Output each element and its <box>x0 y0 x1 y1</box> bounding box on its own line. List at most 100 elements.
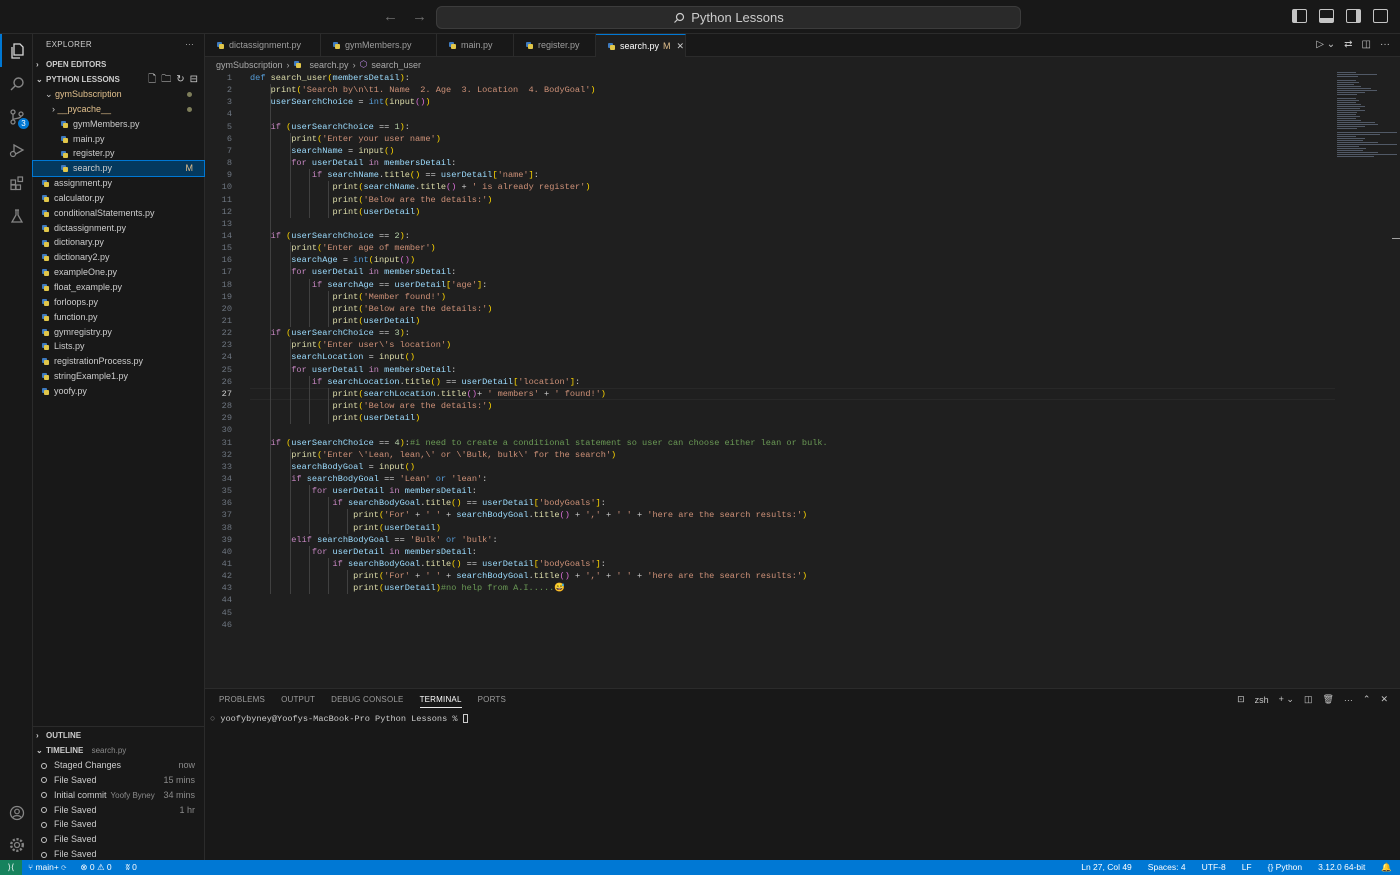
end-of-line[interactable]: LF <box>1242 860 1252 875</box>
panel-tab-ports[interactable]: PORTS <box>478 695 506 708</box>
close-panel-icon[interactable]: ✕ <box>1380 694 1388 705</box>
more-actions-icon[interactable]: ··· <box>1344 695 1353 705</box>
folder-gymsubscription[interactable]: ⌄ gymSubscription <box>33 87 204 102</box>
indentation[interactable]: Spaces: 4 <box>1148 860 1186 875</box>
tree-file[interactable]: search.py M <box>32 160 205 178</box>
split-terminal-icon[interactable]: ◫ <box>1304 694 1313 705</box>
settings-gear-icon[interactable] <box>0 828 33 861</box>
explorer-icon[interactable] <box>0 34 33 67</box>
minimap[interactable] <box>1335 72 1400 157</box>
panel-tab-terminal[interactable]: TERMINAL <box>419 695 462 708</box>
close-tab-icon[interactable]: ✕ <box>677 41 685 51</box>
branch-indicator[interactable]: ⑂ main+ ⟳ <box>28 860 66 875</box>
timeline-item[interactable]: File Saved 15 mins <box>33 773 205 788</box>
compare-changes-icon[interactable]: ⇄ <box>1344 39 1352 50</box>
problems-indicator[interactable]: ⊗ 0 ⚠ 0 <box>80 860 111 875</box>
folder-pycache[interactable]: › __pycache__ <box>33 102 204 117</box>
line-number: 46 <box>221 619 232 630</box>
panel-tab-problems[interactable]: PROBLEMS <box>219 695 265 708</box>
notifications-bell-icon[interactable]: 🔔 <box>1381 860 1392 875</box>
timeline-item[interactable]: File Saved <box>33 832 205 847</box>
commit-circle-icon <box>41 851 47 858</box>
tree-file[interactable]: calculator.py <box>33 191 204 206</box>
minimap-line <box>1337 122 1376 123</box>
tree-file[interactable]: register.py <box>33 146 204 161</box>
editor-actions: ▷ ⌄ ⇄ ◫ ··· <box>1316 39 1390 50</box>
forward-arrow-icon[interactable]: → <box>412 8 427 25</box>
tree-file[interactable]: dictionary.py <box>33 235 204 250</box>
timeline-item[interactable]: File Saved 1 hr <box>33 803 205 818</box>
language-mode[interactable]: {} Python <box>1268 860 1303 875</box>
layout-controls <box>1292 9 1388 23</box>
tree-file[interactable]: dictionary2.py <box>33 250 204 265</box>
panel-tab-output[interactable]: OUTPUT <box>281 695 315 708</box>
search-activity-icon[interactable] <box>0 67 33 100</box>
accounts-icon[interactable] <box>0 796 33 829</box>
source-control-icon[interactable]: 3 <box>0 100 33 133</box>
command-center-search[interactable]: Python Lessons <box>436 6 1021 29</box>
split-editor-icon[interactable]: ◫ <box>1362 39 1371 50</box>
breadcrumb-symbol[interactable]: search_user <box>371 60 421 70</box>
tree-file[interactable]: forloops.py <box>33 295 204 310</box>
customize-layout-icon[interactable] <box>1373 9 1388 23</box>
file-name: dictionary2.py <box>54 252 110 263</box>
open-editors-section[interactable]: › OPEN EDITORS <box>33 57 204 72</box>
editor-tab[interactable]: search.py M ✕ <box>596 34 686 57</box>
tree-file[interactable]: function.py <box>33 310 204 325</box>
code-editor[interactable]: 1 def search_user(membersDetail): 2 print(… <box>205 72 1400 687</box>
more-actions-icon[interactable]: ··· <box>1380 39 1390 50</box>
back-arrow-icon[interactable]: ← <box>383 8 398 25</box>
breadcrumb-file[interactable]: search.py <box>310 60 349 70</box>
breadcrumb-folder[interactable]: gymSubscription <box>216 60 283 70</box>
toggle-panel-icon[interactable] <box>1319 9 1334 23</box>
new-file-icon[interactable]: 🗋 <box>148 72 156 87</box>
code-line: for userDetail in membersDetail: <box>291 267 457 278</box>
tree-file[interactable]: main.py <box>33 132 204 147</box>
toggle-primary-sidebar-icon[interactable] <box>1292 9 1307 23</box>
extensions-icon[interactable] <box>0 166 33 199</box>
tree-file[interactable]: float_example.py <box>33 280 204 295</box>
run-python-file-icon[interactable]: ▷ ⌄ <box>1316 39 1335 50</box>
ports-indicator[interactable]: ʬ 0 <box>126 860 137 875</box>
tree-file[interactable]: yoofy.py <box>33 384 204 399</box>
tree-file[interactable]: assignment.py <box>33 176 204 191</box>
new-terminal-icon[interactable]: + ⌄ <box>1279 694 1294 705</box>
tree-file[interactable]: conditionalStatements.py <box>33 206 204 221</box>
encoding[interactable]: UTF-8 <box>1202 860 1226 875</box>
timeline-item[interactable]: File Saved <box>33 817 205 832</box>
tree-file[interactable]: exampleOne.py <box>33 265 204 280</box>
cursor-position[interactable]: Ln 27, Col 49 <box>1081 860 1132 875</box>
kill-terminal-icon[interactable]: 🗑 <box>1322 694 1333 705</box>
editor-tab[interactable]: gymMembers.py <box>321 34 437 57</box>
timeline-item[interactable]: Staged Changes now <box>33 758 205 773</box>
maximize-panel-icon[interactable]: ⌃ <box>1363 694 1371 705</box>
timeline-item[interactable]: Initial commit Yoofy Byney 34 mins <box>33 788 205 803</box>
remote-indicator-icon[interactable]: ⟩⟨ <box>0 860 22 875</box>
collapse-all-icon[interactable]: ⊟ <box>190 72 198 87</box>
outline-label: OUTLINE <box>46 731 82 740</box>
tree-file[interactable]: gymregistry.py <box>33 325 204 340</box>
more-actions-icon[interactable]: ··· <box>185 34 194 56</box>
editor-tab[interactable]: register.py <box>514 34 596 57</box>
refresh-icon[interactable]: ↻ <box>176 72 184 87</box>
terminal-prompt: yoofybyney@Yoofys-MacBook-Pro Python Les… <box>220 714 463 724</box>
new-folder-icon[interactable]: 🗀 <box>161 72 171 87</box>
project-section[interactable]: ⌄ PYTHON LESSONS 🗋 🗀 ↻ ⊟ <box>33 72 204 87</box>
timeline-section[interactable]: ⌄ TIMELINE search.py <box>33 743 205 758</box>
python-interpreter[interactable]: 3.12.0 64-bit <box>1318 860 1365 875</box>
editor-tab[interactable]: dictassignment.py <box>205 34 321 57</box>
editor-tab[interactable]: main.py <box>437 34 514 57</box>
terminal-output[interactable]: ○ yoofybyney@Yoofys-MacBook-Pro Python L… <box>210 714 468 724</box>
tree-file[interactable]: gymMembers.py <box>33 117 204 132</box>
run-debug-icon[interactable] <box>0 133 33 166</box>
tree-file[interactable]: dictassignment.py <box>33 221 204 236</box>
tree-file[interactable]: stringExample1.py <box>33 369 204 384</box>
toggle-secondary-sidebar-icon[interactable] <box>1346 9 1361 23</box>
tree-file[interactable]: registrationProcess.py <box>33 354 204 369</box>
tree-file[interactable]: Lists.py <box>33 339 204 354</box>
terminal-shell[interactable]: zsh <box>1255 695 1269 705</box>
panel-tab-debug-console[interactable]: DEBUG CONSOLE <box>331 695 403 708</box>
tab-label: main.py <box>461 40 493 50</box>
outline-section[interactable]: › OUTLINE <box>33 728 205 743</box>
testing-icon[interactable] <box>0 199 33 232</box>
